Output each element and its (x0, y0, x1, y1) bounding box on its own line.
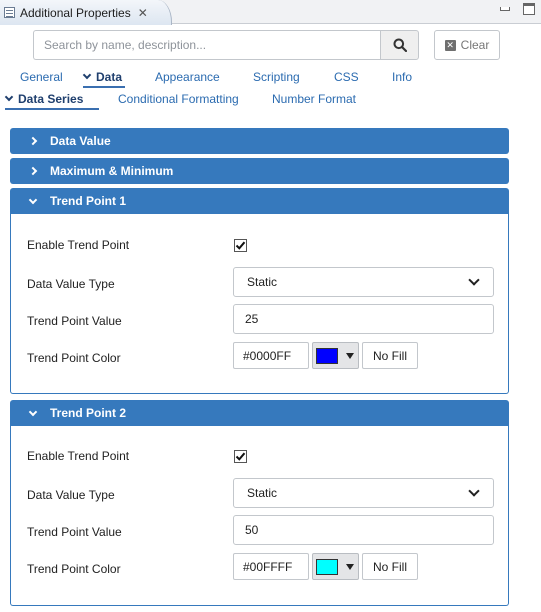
chevron-down-icon (28, 195, 38, 204)
tab-label: Info (392, 70, 413, 84)
clear-x-icon: ✕ (444, 39, 456, 51)
section-trend-point-1-body: Enable Trend Point Data Value Type Stati… (10, 214, 509, 394)
view-tab[interactable]: Additional Properties ✕ (0, 0, 172, 25)
section-title: Trend Point 1 (50, 194, 127, 208)
search-button[interactable] (380, 30, 419, 60)
view-tab-bar: Additional Properties ✕ (0, 0, 541, 25)
trend-point-value-input[interactable]: 50 (233, 515, 494, 545)
maximize-icon[interactable] (523, 3, 535, 15)
tab-css[interactable]: CSS (334, 70, 359, 84)
window-controls (499, 3, 535, 15)
search-input[interactable] (33, 30, 380, 60)
active-tab-underline (83, 86, 126, 88)
properties-panel: Additional Properties ✕ ✕ Clear General … (0, 0, 541, 612)
tab-appearance[interactable]: Appearance (155, 70, 220, 84)
tab-label: CSS (334, 70, 359, 84)
no-fill-label: No Fill (372, 559, 407, 574)
enable-trend-point-label: Enable Trend Point (27, 238, 130, 252)
tab-label: Data (96, 70, 123, 84)
chevron-down-icon (82, 70, 92, 80)
no-fill-label: No Fill (372, 348, 407, 363)
color-hex-value: #00FFFF (243, 559, 293, 574)
trend-point-value-label: Trend Point Value (27, 314, 122, 328)
data-value-type-select[interactable]: Static (233, 478, 494, 508)
enable-trend-point-label: Enable Trend Point (27, 449, 130, 463)
caret-down-icon (346, 352, 354, 359)
active-subtab-underline (5, 108, 100, 110)
color-hex-value: #0000FF (243, 348, 292, 363)
subtab-data-series[interactable]: Data Series (4, 92, 100, 110)
input-value: 50 (245, 523, 259, 537)
subtab-label: Conditional Formatting (118, 92, 239, 106)
minimize-icon[interactable] (499, 3, 511, 15)
no-fill-button[interactable]: No Fill (362, 342, 418, 369)
sub-tabs: Data Series Conditional Formatting Numbe… (0, 92, 541, 110)
tab-general[interactable]: General (20, 70, 63, 84)
data-value-type-select[interactable]: Static (233, 267, 494, 297)
data-value-type-label: Data Value Type (27, 488, 115, 502)
close-icon[interactable]: ✕ (138, 6, 148, 20)
tab-label: General (20, 70, 63, 84)
search-icon (393, 38, 407, 52)
section-trend-point-2-body: Enable Trend Point Data Value Type Stati… (10, 426, 509, 606)
trend-point-color-label: Trend Point Color (27, 562, 121, 576)
clear-button[interactable]: ✕ Clear (434, 30, 500, 60)
tab-data[interactable]: Data (82, 70, 126, 88)
trend-point-value-label: Trend Point Value (27, 525, 122, 539)
trend-point-color-label: Trend Point Color (27, 351, 121, 365)
tab-info[interactable]: Info (392, 70, 412, 84)
section-title: Trend Point 2 (50, 406, 127, 420)
select-value: Static (247, 486, 278, 500)
tab-label: Scripting (253, 70, 300, 84)
subtab-label: Data Series (18, 92, 84, 106)
no-fill-button[interactable]: No Fill (362, 553, 418, 580)
section-data-value-header[interactable]: Data Value (10, 128, 509, 154)
trend-point-value-input[interactable]: 25 (233, 304, 494, 334)
tab-label: Appearance (155, 70, 220, 84)
checkmark-icon (235, 452, 246, 461)
trend-point-color-hex-input[interactable]: #0000FF (233, 342, 309, 369)
tab-scripting[interactable]: Scripting (253, 70, 300, 84)
data-value-type-label: Data Value Type (27, 277, 115, 291)
trend-point-color-hex-input[interactable]: #00FFFF (233, 553, 309, 580)
section-trend-point-1-header[interactable]: Trend Point 1 (10, 188, 509, 214)
color-swatch (316, 347, 338, 364)
color-picker-button[interactable] (312, 342, 359, 369)
search-bar (33, 30, 419, 60)
subtab-label: Number Format (272, 92, 357, 106)
chevron-right-icon (28, 136, 38, 146)
color-swatch (316, 558, 338, 575)
section-title: Maximum & Minimum (50, 164, 174, 178)
chevron-down-icon (28, 407, 38, 416)
input-value: 25 (245, 312, 259, 326)
checkmark-icon (235, 241, 246, 250)
chevron-down-icon (4, 92, 14, 102)
enable-trend-point-checkbox[interactable] (234, 450, 247, 463)
chevron-right-icon (28, 166, 38, 176)
section-title: Data Value (50, 134, 111, 148)
enable-trend-point-checkbox[interactable] (234, 239, 247, 252)
select-value: Static (247, 275, 278, 289)
chevron-down-icon (468, 485, 480, 497)
view-tab-title: Additional Properties (20, 5, 131, 20)
subtab-conditional-formatting[interactable]: Conditional Formatting (118, 92, 239, 106)
main-tabs: General Data Appearance Scripting CSS In… (0, 70, 541, 88)
caret-down-icon (346, 563, 354, 570)
properties-view-icon (4, 7, 15, 18)
section-max-min-header[interactable]: Maximum & Minimum (10, 158, 509, 184)
chevron-down-icon (468, 274, 480, 286)
clear-button-label: Clear (460, 38, 490, 52)
section-trend-point-2-header[interactable]: Trend Point 2 (10, 400, 509, 426)
subtab-number-format[interactable]: Number Format (272, 92, 356, 106)
color-picker-button[interactable] (312, 553, 359, 580)
